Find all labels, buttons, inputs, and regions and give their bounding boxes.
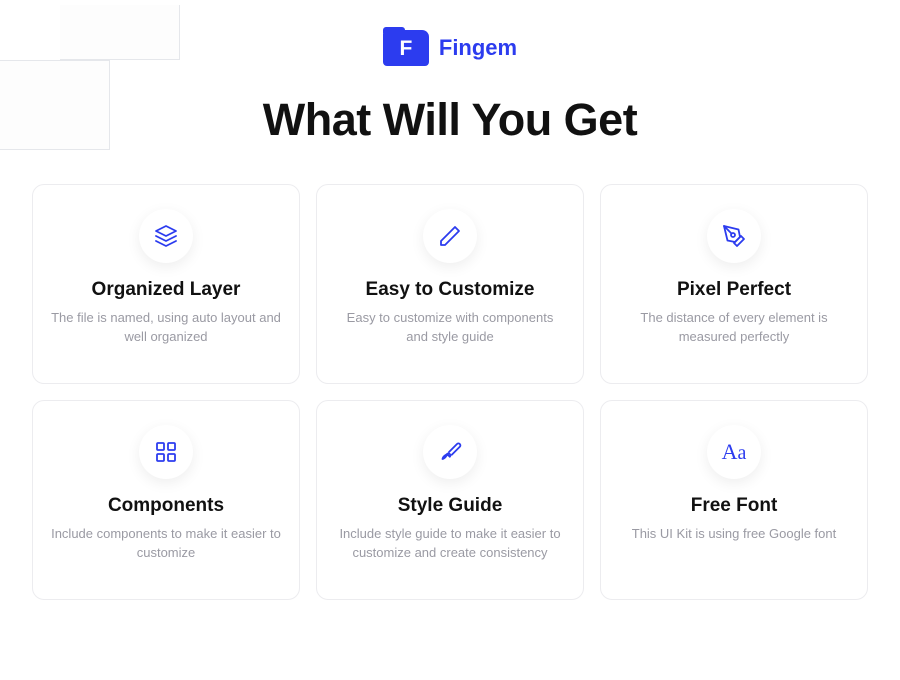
- feature-description: The distance of every element is measure…: [619, 309, 849, 347]
- feature-card-organized-layer: Organized Layer The file is named, using…: [32, 184, 300, 384]
- brand-name: Fingem: [439, 35, 517, 61]
- layers-icon: [139, 209, 193, 263]
- feature-title: Free Font: [691, 495, 778, 517]
- feature-title: Organized Layer: [92, 279, 241, 301]
- feature-description: The file is named, using auto layout and…: [51, 309, 281, 347]
- feature-title: Pixel Perfect: [677, 279, 791, 301]
- feature-title: Components: [108, 495, 224, 517]
- page-content: F Fingem What Will You Get Organized Lay…: [0, 0, 900, 680]
- brand: F Fingem: [383, 30, 517, 66]
- pencil-icon: [423, 209, 477, 263]
- feature-description: Easy to customize with components and st…: [335, 309, 565, 347]
- feature-card-style-guide: Style Guide Include style guide to make …: [316, 400, 584, 600]
- feature-card-components: Components Include components to make it…: [32, 400, 300, 600]
- page-title: What Will You Get: [263, 94, 637, 146]
- font-icon: Aa: [707, 425, 761, 479]
- grid-icon: [139, 425, 193, 479]
- features-grid: Organized Layer The file is named, using…: [32, 184, 868, 600]
- brand-logo-icon: F: [383, 30, 429, 66]
- brand-logo-letter: F: [399, 37, 412, 61]
- feature-card-pixel-perfect: Pixel Perfect The distance of every elem…: [600, 184, 868, 384]
- feature-description: Include style guide to make it easier to…: [335, 525, 565, 563]
- feature-description: This UI Kit is using free Google font: [632, 525, 836, 544]
- feature-card-free-font: Aa Free Font This UI Kit is using free G…: [600, 400, 868, 600]
- feature-title: Style Guide: [398, 495, 503, 517]
- feature-card-easy-customize: Easy to Customize Easy to customize with…: [316, 184, 584, 384]
- paintbrush-icon: [423, 425, 477, 479]
- pen-nib-icon: [707, 209, 761, 263]
- feature-title: Easy to Customize: [366, 279, 535, 301]
- feature-description: Include components to make it easier to …: [51, 525, 281, 563]
